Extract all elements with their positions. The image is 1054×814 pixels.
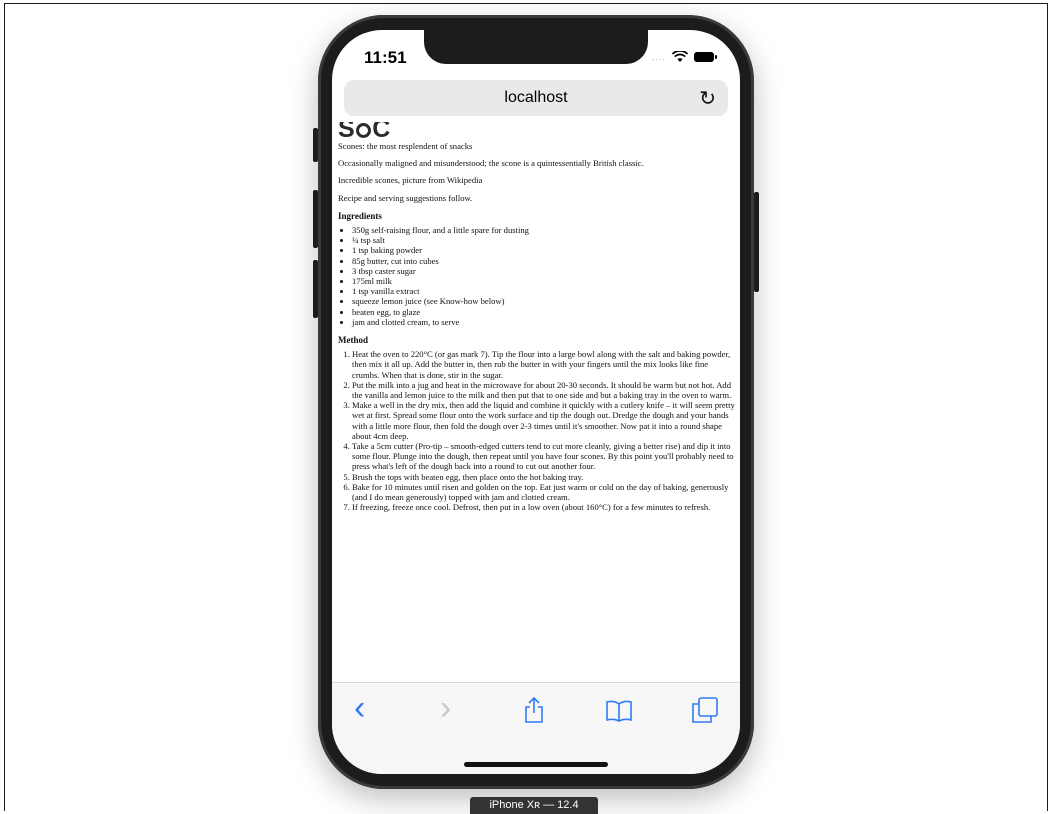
power-button: [754, 192, 759, 292]
ingredient-item: 3 tbsp caster sugar: [352, 266, 736, 276]
ingredient-item: 175ml milk: [352, 276, 736, 286]
recipe-intro: Recipe and serving suggestions follow.: [338, 192, 473, 203]
status-icons: ....: [651, 51, 717, 63]
forward-icon[interactable]: ›: [440, 689, 451, 728]
method-step: Bake for 10 minutes until risen and gold…: [352, 482, 736, 502]
ingredients-list: 350g self-raising flour, and a little sp…: [338, 225, 736, 327]
logo-letter-s: S: [338, 122, 356, 143]
back-icon[interactable]: ‹: [354, 689, 365, 728]
ingredient-item: jam and clotted cream, to serve: [352, 317, 736, 327]
ingredients-heading: Ingredients: [338, 210, 382, 221]
phone-screen: 11:51 .... localhost ↻ SC Scones: the mo…: [332, 30, 740, 774]
reload-icon[interactable]: ↻: [699, 86, 716, 111]
home-indicator[interactable]: [464, 762, 608, 767]
logo-letter-c: C: [372, 122, 391, 143]
notch: [424, 30, 648, 64]
wifi-icon: [672, 51, 688, 62]
status-time: 11:51: [364, 48, 407, 67]
method-step: Brush the tops with beaten egg, then pla…: [352, 472, 736, 482]
address-bar[interactable]: localhost ↻: [344, 80, 728, 116]
share-icon[interactable]: [524, 697, 544, 723]
method-step: Heat the oven to 220°C (or gas mark 7). …: [352, 349, 736, 380]
ingredient-item: 85g butter, cut into cubes: [352, 256, 736, 266]
url-text[interactable]: localhost: [344, 89, 728, 107]
page-intro: Occasionally maligned and misunderstood;…: [338, 158, 644, 169]
ingredient-item: beaten egg, to glaze: [352, 307, 736, 317]
ingredient-item: squeeze lemon juice (see Know-how below): [352, 296, 736, 306]
method-step: Take a 5cm cutter (Pro-tip – smooth-edge…: [352, 441, 736, 472]
site-logo: SC: [338, 122, 736, 142]
method-step: If freezing, freeze once cool. Defrost, …: [352, 502, 736, 512]
silent-switch: [313, 128, 318, 162]
safari-toolbar: ‹ ›: [332, 682, 740, 774]
bookmarks-icon[interactable]: [606, 700, 632, 722]
ingredient-item: ¼ tsp salt: [352, 235, 736, 245]
logo-clock-icon: [356, 123, 372, 138]
ingredient-item: 1 tsp baking powder: [352, 245, 736, 255]
method-list: Heat the oven to 220°C (or gas mark 7). …: [338, 349, 736, 512]
page-tagline: Scones: the most resplendent of snacks: [338, 141, 473, 151]
method-heading: Method: [338, 335, 368, 346]
tabs-icon[interactable]: [692, 697, 718, 723]
method-step: Make a well in the dry mix, then add the…: [352, 400, 736, 441]
ingredient-item: 1 tsp vanilla extract: [352, 286, 736, 296]
device-label: iPhone Xʀ — 12.4: [470, 797, 598, 814]
volume-up-button: [313, 190, 318, 248]
web-page-content: SC Scones: the most resplendent of snack…: [338, 122, 736, 682]
signal-dots-icon: ....: [651, 52, 666, 62]
image-caption: Incredible scones, picture from Wikipedi…: [338, 175, 483, 186]
method-step: Put the milk into a jug and heat in the …: [352, 380, 736, 400]
battery-icon: [694, 52, 717, 62]
ingredient-item: 350g self-raising flour, and a little sp…: [352, 225, 736, 235]
volume-down-button: [313, 260, 318, 318]
